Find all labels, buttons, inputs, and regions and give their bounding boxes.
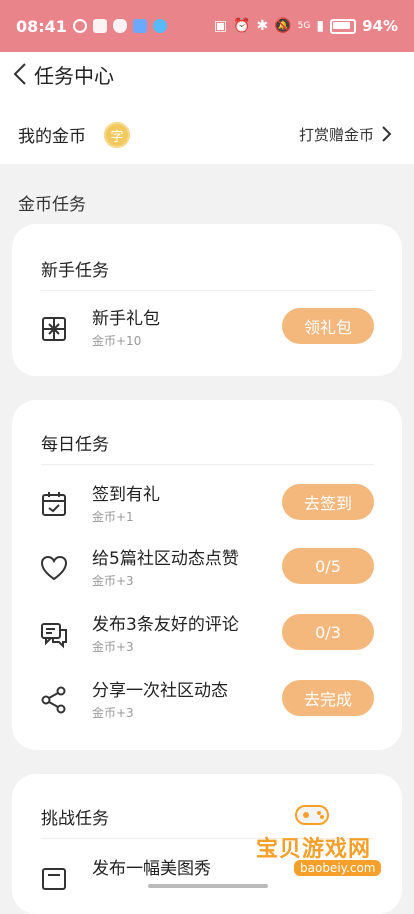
- task-row: 签到有礼 金币+1 去签到: [12, 480, 402, 534]
- signal-label: 5G: [297, 21, 311, 31]
- battery-percent: 94%: [362, 17, 398, 35]
- back-button[interactable]: [8, 62, 32, 86]
- watermark-url: baobeiy.com: [294, 860, 382, 876]
- task-reward: 金币+3: [92, 706, 134, 720]
- coin-badge: 字: [104, 122, 130, 148]
- check-in-button[interactable]: 去签到: [282, 484, 374, 520]
- task-name: 新手礼包: [92, 309, 160, 329]
- task-row: 新手礼包 金币+10 领礼包: [12, 304, 402, 358]
- card-title: 挑战任务: [41, 809, 109, 829]
- header: 任务中心 我的金币 字 打赏赠金币: [0, 52, 414, 164]
- bluetooth-icon: ✱: [256, 18, 269, 34]
- task-row: 发布3条友好的评论 金币+3 0/3: [12, 610, 402, 664]
- task-row: 给5篇社区动态点赞 金币+3 0/5: [12, 544, 402, 598]
- battery-icon: [330, 18, 357, 34]
- reward-gift-link[interactable]: 打赏赠金币: [299, 124, 374, 145]
- chevron-left-icon: [13, 63, 26, 85]
- share-icon: [41, 686, 66, 714]
- chat-app-icon: [132, 19, 147, 33]
- shield-icon: [112, 19, 127, 33]
- divider: [41, 464, 374, 465]
- section-title: 金币任务: [18, 195, 86, 215]
- task-name: 分享一次社区动态: [92, 681, 228, 701]
- mute-icon: 🔕: [274, 18, 292, 34]
- task-name: 发布3条友好的评论: [92, 615, 239, 635]
- gamepad-icon: [295, 805, 329, 825]
- chevron-right-icon[interactable]: [376, 124, 396, 144]
- status-left: 08:41: [16, 17, 167, 36]
- calendar-check-icon: [42, 492, 66, 516]
- nfc-icon: ▣: [213, 18, 228, 34]
- page-title: 任务中心: [34, 64, 114, 88]
- go-complete-button[interactable]: 去完成: [282, 680, 374, 716]
- card-title: 新手任务: [41, 261, 109, 281]
- task-name: 给5篇社区动态点赞: [92, 549, 239, 569]
- task-name: 签到有礼: [92, 485, 160, 505]
- image-post-icon: [42, 868, 66, 890]
- task-name: 发布一幅美图秀: [92, 859, 211, 879]
- my-coins-label: 我的金币: [18, 127, 86, 147]
- status-bar: 08:41 ▣ ⏰ ✱ 🔕 5G ▮ 94%: [0, 0, 414, 52]
- task-reward: 金币+3: [92, 574, 134, 588]
- divider: [41, 290, 374, 291]
- alarm-icon: ⏰: [233, 18, 251, 34]
- card-title: 每日任务: [41, 435, 109, 455]
- task-reward: 金币+3: [92, 640, 134, 654]
- newbie-tasks-card: 新手任务 新手礼包 金币+10 领礼包: [12, 224, 402, 376]
- task-row: 分享一次社区动态 金币+3 去完成: [12, 676, 402, 730]
- like-progress-button[interactable]: 0/5: [282, 548, 374, 584]
- claim-gift-button[interactable]: 领礼包: [282, 308, 374, 344]
- comment-icon: [41, 623, 67, 649]
- status-right: ▣ ⏰ ✱ 🔕 5G ▮ 94%: [214, 17, 398, 35]
- signal-icon: ▮: [316, 18, 325, 34]
- daily-tasks-card: 每日任务 签到有礼 金币+1 去签到 给5篇社区动态点赞 金币+3 0/5 发布…: [12, 400, 402, 750]
- task-reward: 金币+10: [92, 334, 142, 348]
- site-watermark: 宝贝游戏网 baobeiy.com: [248, 800, 408, 890]
- watermark-text: 宝贝游戏网: [256, 837, 372, 862]
- task-reward: 金币+1: [92, 510, 134, 524]
- app-icon-red: [92, 19, 107, 33]
- home-indicator: [148, 884, 268, 888]
- heart-icon: [40, 555, 68, 581]
- status-time: 08:41: [16, 16, 67, 36]
- gift-icon: [42, 317, 66, 341]
- eye-icon: [72, 19, 87, 33]
- browser-app-icon: [152, 19, 167, 33]
- comment-progress-button[interactable]: 0/3: [282, 614, 374, 650]
